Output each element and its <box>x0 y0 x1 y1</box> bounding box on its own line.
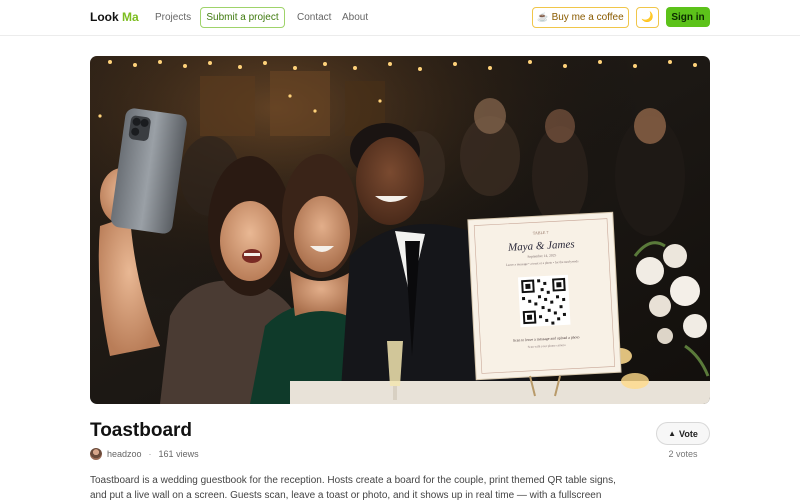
vote-label: Vote <box>679 428 698 439</box>
author-avatar[interactable] <box>90 447 102 460</box>
site-logo[interactable]: Look Ma <box>90 10 139 24</box>
nav-link-projects[interactable]: Projects <box>155 12 191 23</box>
sign-header: TABLE 7 <box>533 230 549 236</box>
nav-link-contact[interactable]: Contact <box>297 12 331 23</box>
moon-icon: 🌙 <box>641 12 654 23</box>
buy-coffee-button[interactable]: ☕ Buy me a coffee <box>532 7 629 28</box>
sign-in-button[interactable]: Sign in <box>666 7 710 27</box>
logo-accent: Ma <box>122 10 139 24</box>
submit-project-button[interactable]: Submit a project <box>200 7 285 28</box>
project-meta: headzoo · 161 views <box>90 447 199 460</box>
logo-main: Look <box>90 10 119 24</box>
buy-coffee-label: Buy me a coffee <box>551 12 624 23</box>
upvote-icon: ▲ <box>668 429 677 438</box>
project-hero-image: TABLE 7 Maya & James September 14, 2025 … <box>90 56 710 404</box>
description-line-2: and put a live wall on a screen. Guests … <box>90 490 602 500</box>
dark-mode-toggle[interactable]: 🌙 <box>636 7 659 28</box>
view-count: 161 views <box>158 448 199 459</box>
author-link[interactable]: headzoo <box>107 449 142 459</box>
project-description: Toastboard is a wedding guestbook for th… <box>90 473 630 500</box>
meta-separator: · <box>148 448 152 459</box>
top-nav: Look Ma Projects Submit a project Contac… <box>0 0 800 36</box>
project-title: Toastboard <box>90 420 193 441</box>
vote-button[interactable]: ▲ Vote <box>656 422 710 445</box>
qr-code <box>517 274 571 328</box>
vote-count: 2 votes <box>668 449 698 459</box>
hero-photo: TABLE 7 Maya & James September 14, 2025 … <box>90 56 710 404</box>
nav-link-about[interactable]: About <box>342 12 368 23</box>
description-line-1: Toastboard is a wedding guestbook for th… <box>90 475 616 486</box>
coffee-icon: ☕ <box>537 12 549 22</box>
